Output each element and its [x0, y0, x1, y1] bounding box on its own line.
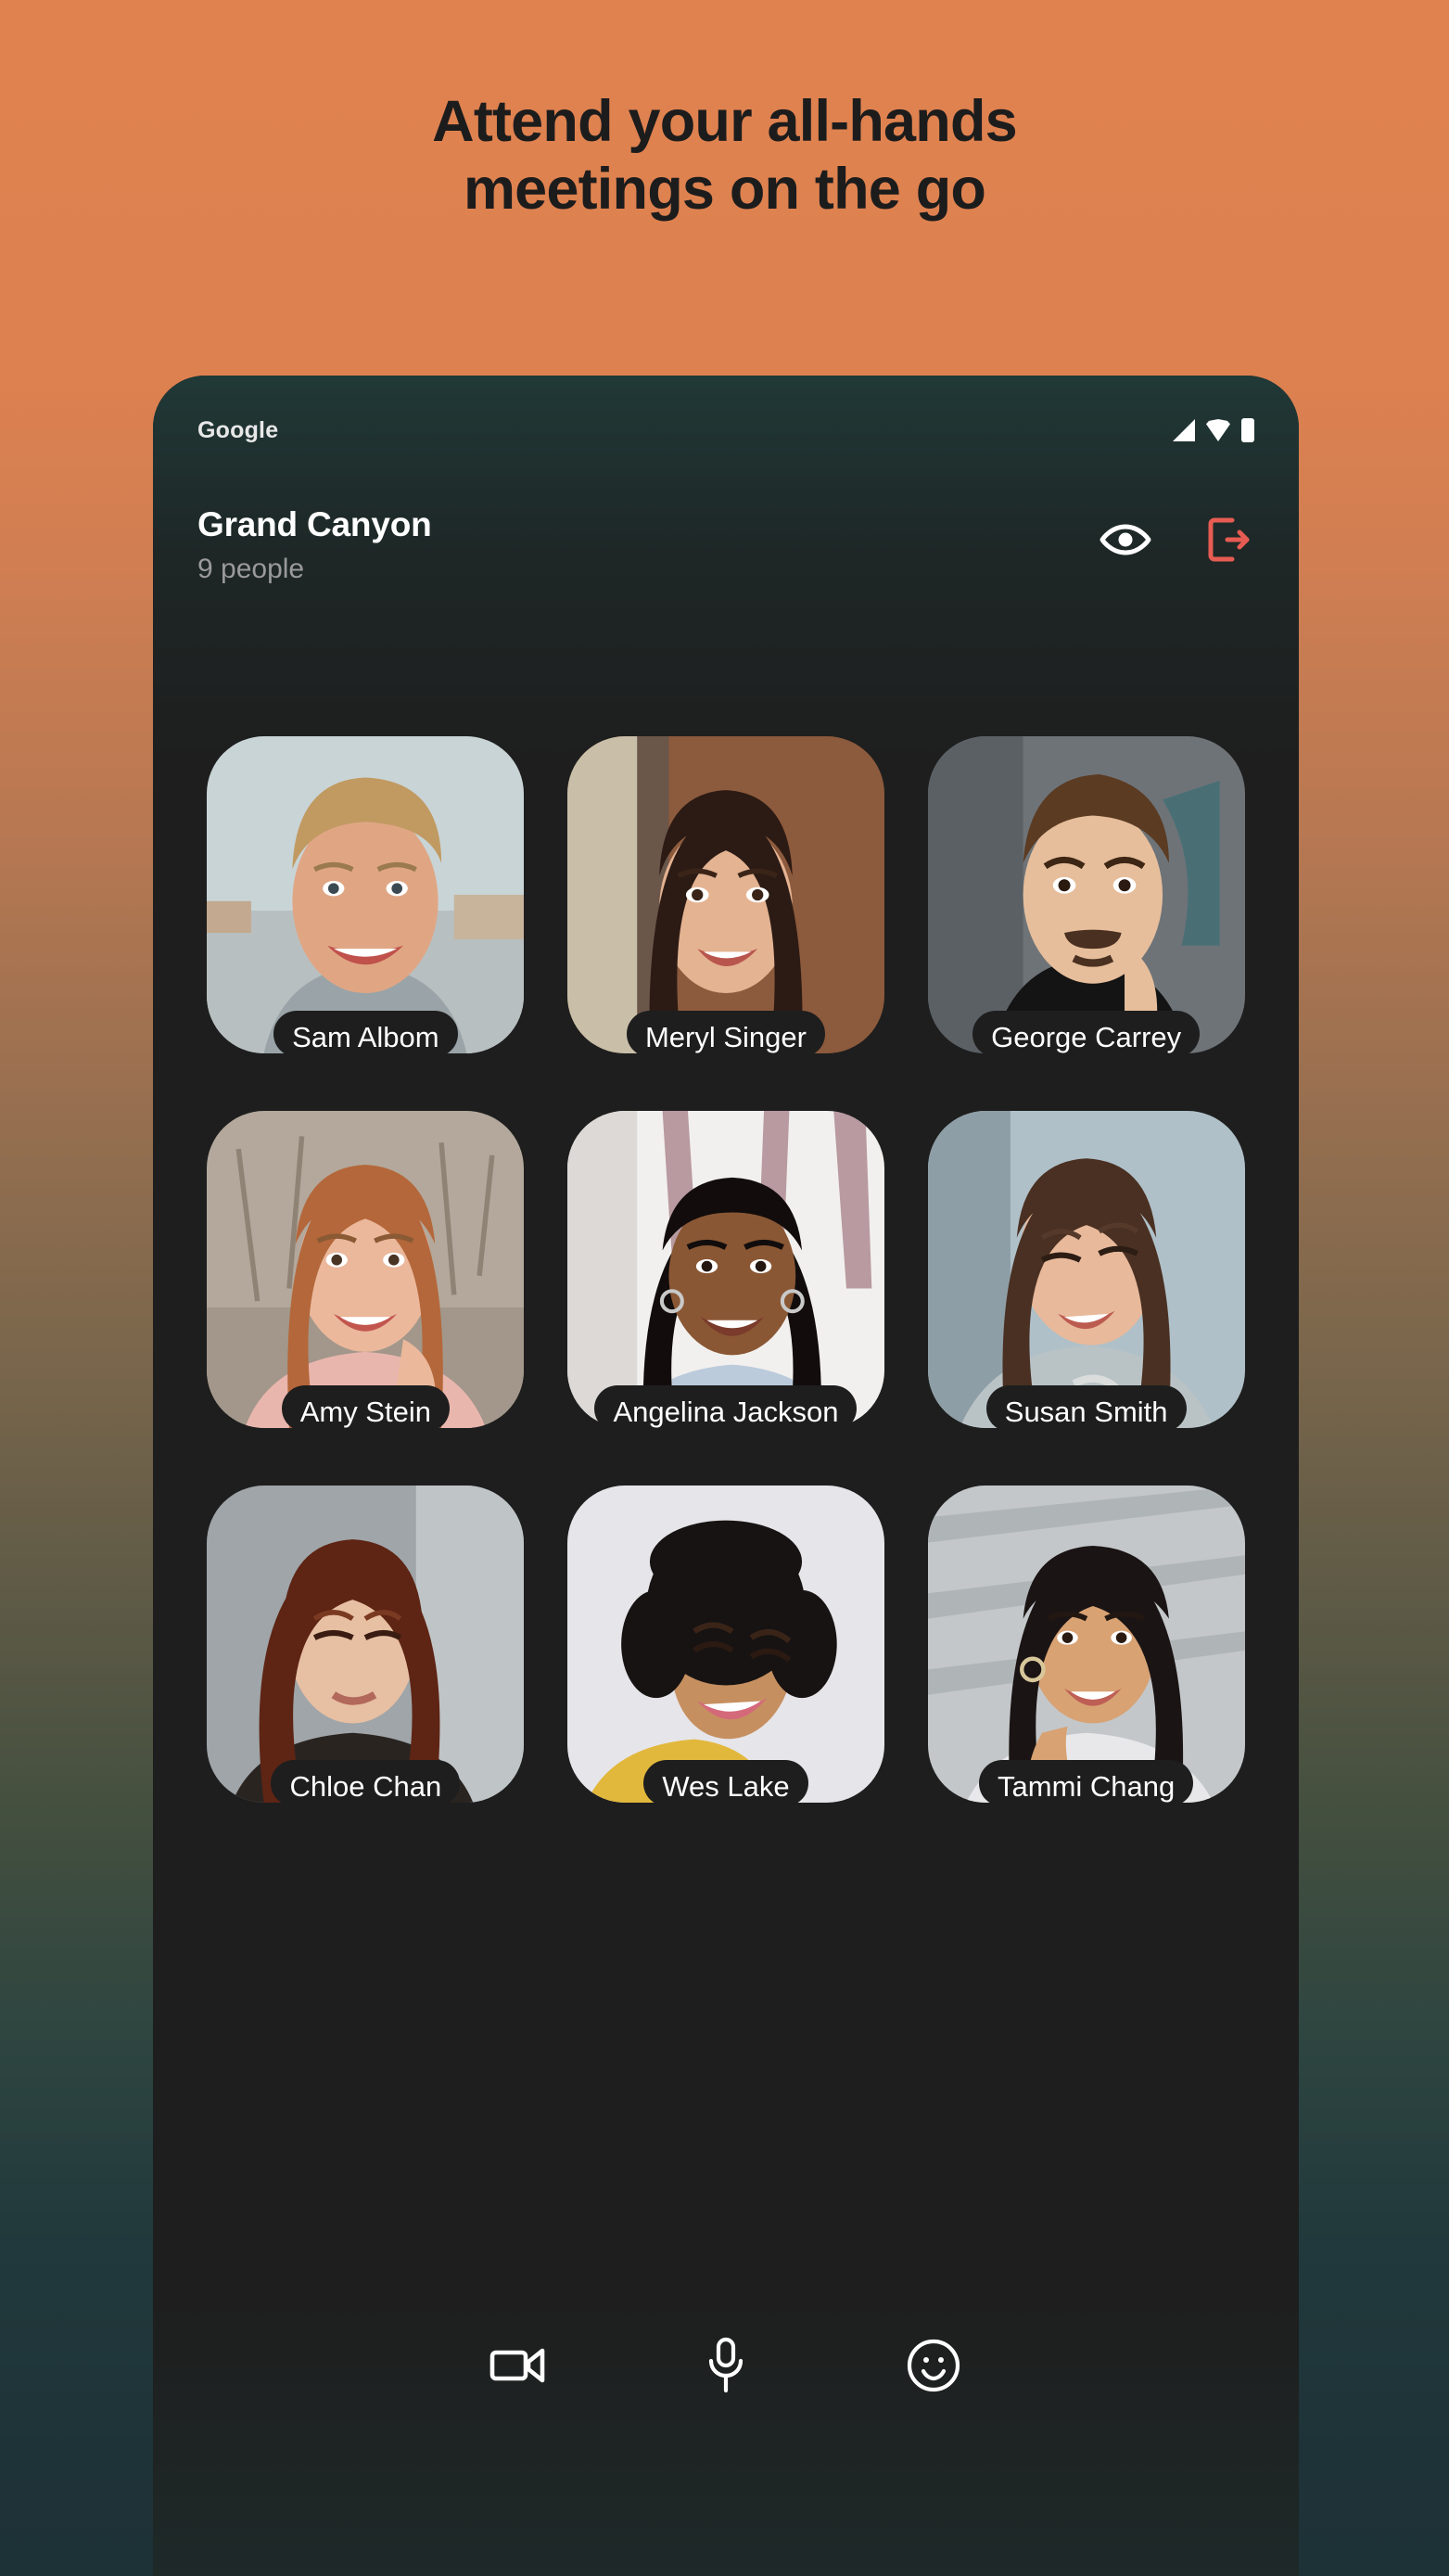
participant-name: Chloe Chan	[289, 1769, 442, 1803]
phone-mockup: Google Grand Canyon 9 people Sam Albom M…	[153, 376, 1299, 2576]
participant-count: 9 people	[197, 554, 305, 585]
participant-tile[interactable]: Amy Stein	[197, 1110, 534, 1432]
video-camera-icon	[489, 2344, 547, 2387]
participant-name-chip: Susan Smith	[985, 1384, 1187, 1432]
participant-avatar[interactable]	[566, 736, 884, 1054]
participant-grid: Sam Albom Meryl Singer George Carrey Amy…	[153, 736, 1299, 1806]
headline-line-1: Attend your all-hands	[432, 89, 1018, 154]
participant-name-chip: Wes Lake	[643, 1759, 808, 1806]
participant-name-chip: Meryl Singer	[626, 1011, 825, 1057]
participant-tile[interactable]: Wes Lake	[558, 1485, 895, 1806]
participant-name-chip: Tammi Chang	[979, 1759, 1194, 1806]
participant-name: Wes Lake	[662, 1769, 790, 1803]
participant-avatar[interactable]	[566, 1110, 884, 1428]
headline-line-2: meetings on the go	[463, 157, 986, 223]
page-title: Attend your all-hands meetings on the go	[0, 88, 1449, 223]
reactions-button[interactable]	[899, 2331, 968, 2400]
participant-name-chip: Chloe Chan	[271, 1759, 461, 1806]
participant-name-chip: Sam Albom	[273, 1011, 458, 1057]
camera-button[interactable]	[484, 2331, 553, 2400]
participant-tile[interactable]: Susan Smith	[918, 1110, 1254, 1432]
signal-icon	[1173, 419, 1195, 441]
meeting-title: Grand Canyon	[197, 505, 432, 543]
participant-name: Meryl Singer	[644, 1021, 807, 1054]
participant-avatar[interactable]	[207, 736, 525, 1054]
participant-name-chip: George Carrey	[972, 1011, 1201, 1057]
participant-name: Susan Smith	[1004, 1395, 1168, 1428]
smiley-icon	[907, 2339, 960, 2392]
participant-tile[interactable]: Chloe Chan	[197, 1485, 534, 1806]
participant-name: George Carrey	[991, 1021, 1182, 1054]
eye-icon	[1099, 521, 1151, 558]
leave-meeting-button[interactable]	[1201, 513, 1254, 567]
participant-avatar[interactable]	[207, 1110, 525, 1428]
participant-tile[interactable]: Sam Albom	[197, 736, 534, 1057]
wifi-icon	[1206, 419, 1230, 441]
participant-name: Angelina Jackson	[613, 1395, 839, 1428]
leave-icon	[1202, 515, 1252, 565]
status-bar: Google	[153, 376, 1299, 459]
microphone-icon	[705, 2337, 746, 2394]
microphone-button[interactable]	[692, 2331, 760, 2400]
battery-icon	[1241, 418, 1254, 442]
header-actions	[1099, 504, 1254, 567]
status-icon-group	[1173, 418, 1254, 442]
participant-name: Sam Albom	[292, 1021, 439, 1054]
view-button[interactable]	[1099, 513, 1152, 567]
participant-avatar[interactable]	[927, 1110, 1245, 1428]
participant-name: Amy Stein	[299, 1395, 431, 1428]
participant-tile[interactable]: Tammi Chang	[918, 1485, 1254, 1806]
participant-avatar[interactable]	[927, 1485, 1245, 1803]
participant-avatar[interactable]	[566, 1485, 884, 1803]
participant-name-chip: Amy Stein	[281, 1384, 450, 1432]
carrier-label: Google	[197, 416, 279, 443]
participant-tile[interactable]: George Carrey	[918, 736, 1254, 1057]
call-controls	[153, 2331, 1299, 2400]
participant-avatar[interactable]	[927, 736, 1245, 1054]
participant-tile[interactable]: Meryl Singer	[558, 736, 895, 1057]
meeting-title-block: Grand Canyon 9 people	[197, 504, 432, 586]
participant-avatar[interactable]	[207, 1485, 525, 1803]
participant-tile[interactable]: Angelina Jackson	[558, 1110, 895, 1432]
participant-name-chip: Angelina Jackson	[594, 1384, 858, 1432]
meeting-header: Grand Canyon 9 people	[153, 459, 1299, 586]
participant-name: Tammi Chang	[998, 1769, 1176, 1803]
